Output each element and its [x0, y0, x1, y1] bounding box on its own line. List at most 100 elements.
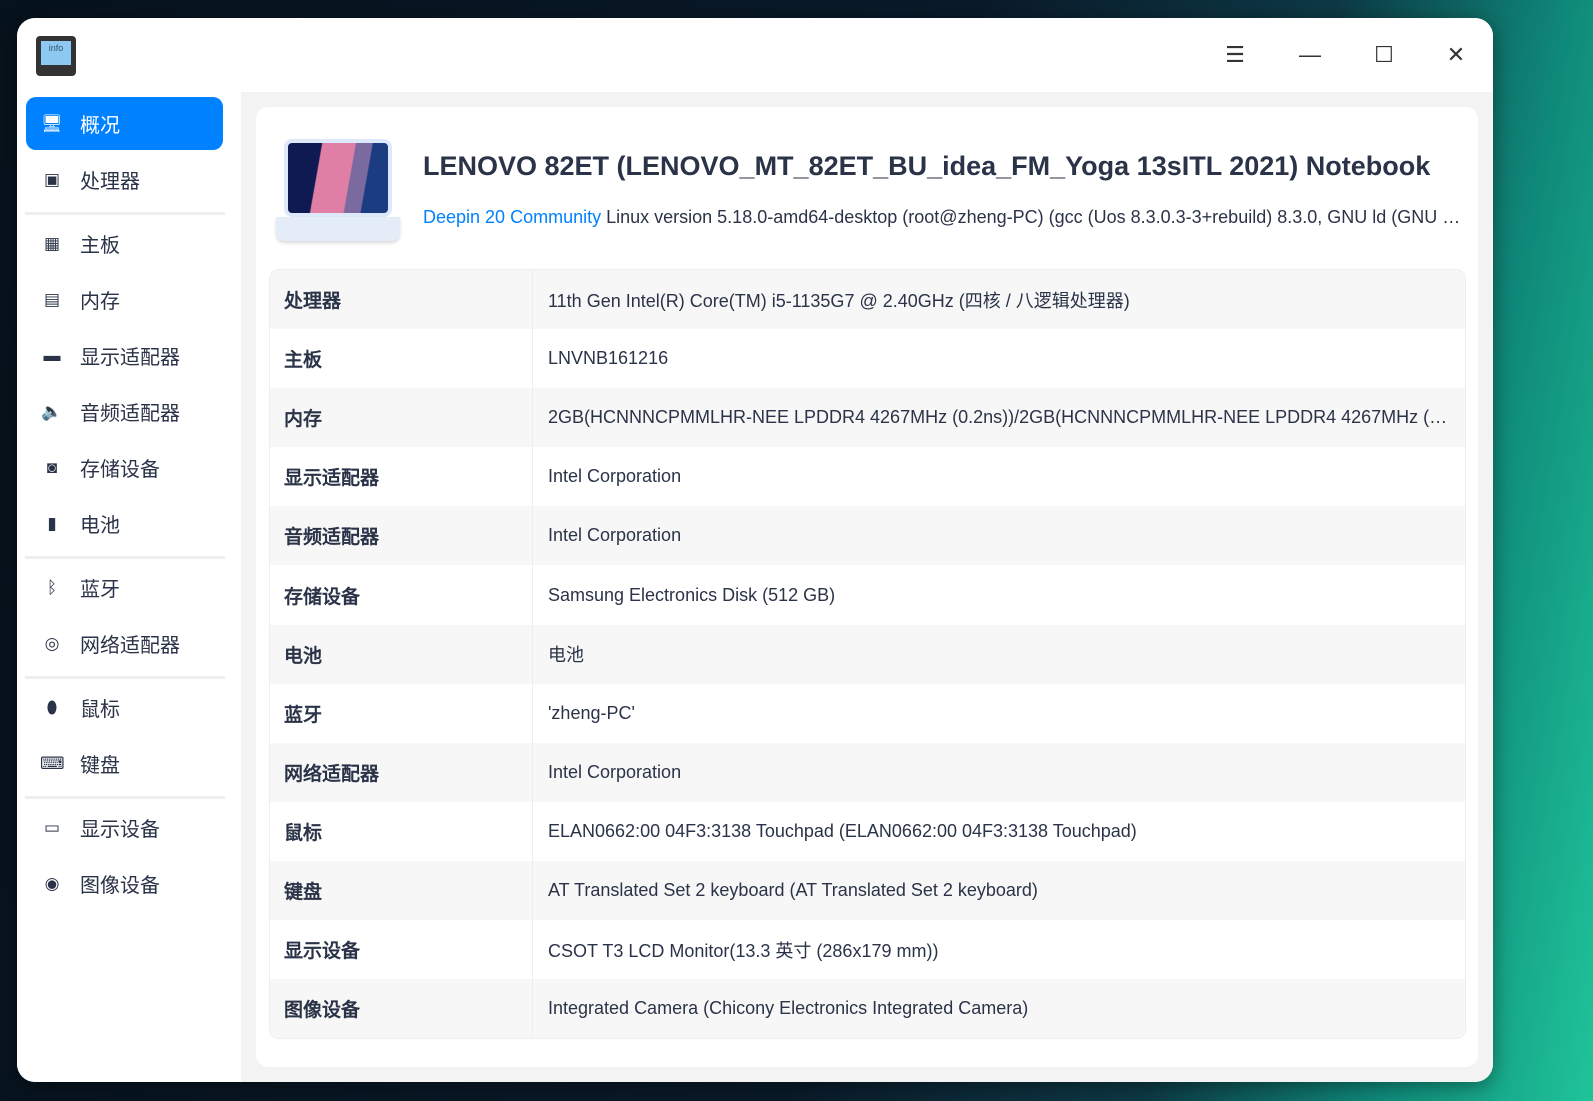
table-row: 键盘 AT Translated Set 2 keyboard (AT Trans…: [270, 860, 1465, 921]
close-icon[interactable]: ✕: [1441, 40, 1471, 70]
table-row: 主板 LNVNB161216: [270, 329, 1465, 389]
title-bar: info ☰ — ☐ ✕: [17, 18, 1493, 92]
maximize-icon[interactable]: ☐: [1369, 40, 1399, 70]
sidebar-item-monitor[interactable]: ▭ 显示设备: [26, 801, 223, 854]
os-link[interactable]: Deepin 20 Community: [423, 207, 601, 227]
sidebar-item-label: 显示设备: [80, 819, 160, 841]
row-label: 主板: [270, 329, 533, 389]
row-label: 蓝牙: [270, 683, 533, 743]
sidebar-item-label: 音频适配器: [80, 403, 180, 425]
motherboard-icon: ▦: [43, 233, 61, 253]
sidebar-item-label: 内存: [80, 291, 120, 313]
sidebar-item-mouse[interactable]: ⬮ 鼠标: [26, 681, 223, 734]
mouse-icon: ⬮: [46, 697, 58, 717]
storage-icon: ◙: [46, 457, 58, 477]
row-value: Intel Corporation: [548, 761, 682, 782]
table-row: 图像设备 Integrated Camera (Chicony Electroni…: [270, 979, 1465, 1039]
laptop-icon: [274, 137, 402, 249]
table-row: 音频适配器 Intel Corporation: [270, 506, 1465, 566]
sidebar-item-cpu[interactable]: ▣ 处理器: [26, 153, 223, 206]
overview-card: LENOVO 82ET (LENOVO_MT_82ET_BU_idea_FM_Y…: [256, 107, 1478, 1067]
table-row: 内存 2GB(HCNNNCPMMLHR-NEE LPDDR4 4267MHz (0…: [270, 388, 1465, 448]
row-label: 网络适配器: [270, 742, 533, 802]
sidebar-item-camera[interactable]: ◉ 图像设备: [26, 857, 223, 910]
kernel-version: Linux version 5.18.0-amd64-desktop (root…: [606, 207, 1461, 227]
sidebar-item-keyboard[interactable]: ⌨ 键盘: [26, 737, 223, 790]
sidebar-item-motherboard[interactable]: ▦ 主板: [26, 217, 223, 270]
sidebar-item-label: 主板: [80, 235, 120, 257]
battery-icon: ▮: [47, 513, 57, 533]
sidebar-item-display-adapter[interactable]: ▬ 显示适配器: [26, 329, 223, 382]
sidebar-item-label: 键盘: [80, 755, 120, 777]
sidebar-item-label: 处理器: [80, 171, 140, 193]
row-value: 2GB(HCNNNCPMMLHR-NEE LPDDR4 4267MHz (0.2…: [548, 407, 1465, 428]
network-icon: ◎: [44, 633, 60, 653]
table-row: 鼠标 ELAN0662:00 04F3:3138 Touchpad (ELAN06…: [270, 801, 1465, 861]
row-value: Intel Corporation: [548, 466, 682, 487]
camera-icon: ◉: [44, 873, 60, 893]
sidebar-item-overview[interactable]: 🖥 概况: [26, 97, 223, 150]
row-label: 图像设备: [270, 979, 533, 1039]
row-value: 'zheng-PC': [548, 702, 635, 723]
row-label: 音频适配器: [270, 506, 533, 566]
sidebar-item-label: 概况: [80, 115, 120, 137]
sidebar-item-battery[interactable]: ▮ 电池: [26, 497, 223, 550]
row-value: ELAN0662:00 04F3:3138 Touchpad (ELAN0662…: [548, 820, 1137, 841]
row-label: 鼠标: [270, 801, 533, 861]
menu-icon[interactable]: ☰: [1220, 40, 1250, 70]
row-value: LNVNB161216: [548, 348, 669, 369]
row-label: 处理器: [270, 270, 533, 330]
app-icon: info: [36, 36, 76, 76]
sidebar-item-label: 图像设备: [80, 875, 160, 897]
row-label: 内存: [270, 388, 533, 448]
minimize-icon[interactable]: —: [1295, 40, 1325, 70]
overview-table: 处理器 11th Gen Intel(R) Core(TM) i5-1135G7 …: [269, 269, 1466, 1040]
row-label: 键盘: [270, 860, 533, 921]
row-value: AT Translated Set 2 keyboard (AT Transla…: [548, 879, 1038, 900]
divider: [25, 556, 225, 559]
bluetooth-icon: ᛒ: [46, 577, 58, 597]
table-row: 网络适配器 Intel Corporation: [270, 742, 1465, 802]
row-label: 显示设备: [270, 920, 533, 980]
table-row: 显示适配器 Intel Corporation: [270, 447, 1465, 507]
row-value: 电池: [548, 645, 584, 666]
sidebar-item-speaker[interactable]: 🔈 音频适配器: [26, 385, 223, 438]
overview-icon: 🖥: [41, 113, 63, 133]
row-value: CSOT T3 LCD Monitor(13.3 英寸 (286x179 mm)…: [548, 940, 939, 961]
row-value: Intel Corporation: [548, 525, 682, 546]
sidebar-item-label: 蓝牙: [80, 579, 120, 601]
sidebar-item-label: 显示适配器: [80, 347, 180, 369]
row-label: 电池: [270, 624, 533, 684]
row-label: 存储设备: [270, 565, 533, 625]
device-title: LENOVO 82ET (LENOVO_MT_82ET_BU_idea_FM_Y…: [423, 151, 1431, 181]
row-label: 显示适配器: [270, 447, 533, 507]
sidebar-item-memory[interactable]: ▤ 内存: [26, 273, 223, 326]
sidebar-item-label: 网络适配器: [80, 635, 180, 657]
device-manager-window: info ☰ — ☐ ✕ 🖥 概况 ▣ 处理器 ▦ 主板 ▤ 内存 ▬ 显示适配器 🔈 音频适配器 ◙ 存…: [17, 18, 1493, 1082]
keyboard-icon: ⌨: [40, 753, 65, 773]
main-content: LENOVO 82ET (LENOVO_MT_82ET_BU_idea_FM_Y…: [241, 92, 1493, 1082]
table-row: 处理器 11th Gen Intel(R) Core(TM) i5-1135G7 …: [270, 270, 1465, 330]
os-info: Deepin 20 Community Linux version 5.18.0…: [423, 207, 1463, 228]
cpu-icon: ▣: [43, 169, 61, 189]
sidebar-item-label: 存储设备: [80, 459, 160, 481]
display-adapter-icon: ▬: [43, 345, 61, 365]
table-row: 存储设备 Samsung Electronics Disk (512 GB): [270, 565, 1465, 625]
sidebar-item-bluetooth[interactable]: ᛒ 蓝牙: [26, 561, 223, 614]
row-value: Integrated Camera (Chicony Electronics I…: [548, 998, 1029, 1019]
sidebar-item-label: 鼠标: [80, 699, 120, 721]
table-row: 电池 电池: [270, 624, 1465, 684]
row-value: Samsung Electronics Disk (512 GB): [548, 584, 836, 605]
sidebar-item-network[interactable]: ◎ 网络适配器: [26, 617, 223, 670]
divider: [25, 676, 225, 679]
monitor-icon: ▭: [43, 817, 61, 837]
memory-icon: ▤: [43, 289, 61, 309]
row-value: 11th Gen Intel(R) Core(TM) i5-1135G7 @ 2…: [548, 290, 1130, 311]
divider: [25, 212, 225, 215]
sidebar-item-label: 电池: [80, 515, 120, 537]
table-row: 蓝牙 'zheng-PC': [270, 683, 1465, 743]
app-icon-text: info: [41, 41, 71, 65]
speaker-icon: 🔈: [41, 401, 63, 421]
table-row: 显示设备 CSOT T3 LCD Monitor(13.3 英寸 (286x179…: [270, 920, 1465, 980]
sidebar-item-storage[interactable]: ◙ 存储设备: [26, 441, 223, 494]
